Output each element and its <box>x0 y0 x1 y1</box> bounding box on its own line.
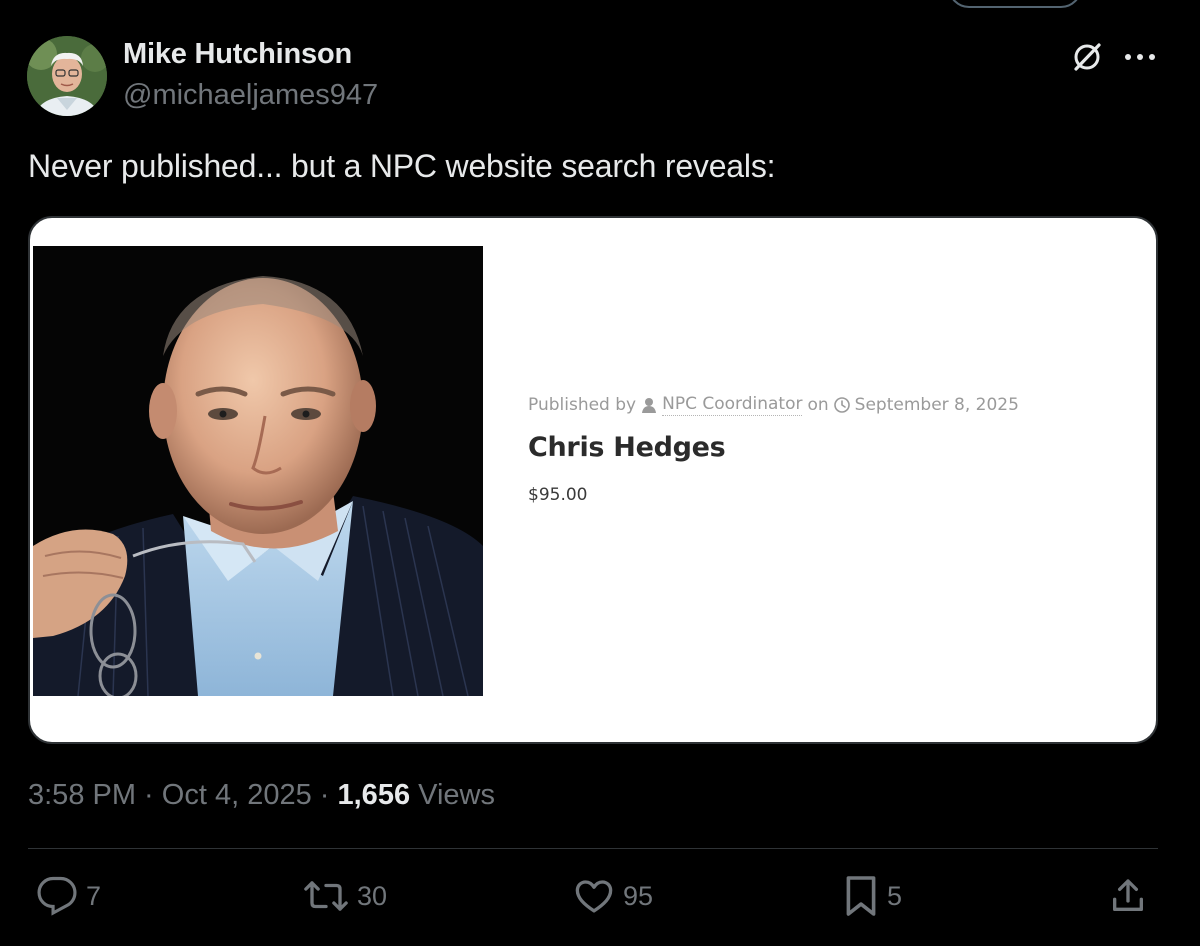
separator: · <box>136 779 162 811</box>
views-count: 1,656 <box>337 779 411 811</box>
repost-icon <box>304 881 348 911</box>
card-meta-prefix: Published by <box>528 395 637 415</box>
timestamp-row: 3:58 PM · Oct 4, 2025 · 1,656 Views <box>28 779 495 812</box>
bookmark-count: 5 <box>887 880 903 911</box>
card-meta-author-link[interactable]: NPC Coordinator <box>662 394 803 416</box>
grok-icon <box>1074 43 1101 71</box>
share-icon <box>1113 879 1143 911</box>
tweet-text: Never published... but a NPC website sea… <box>28 148 776 184</box>
share-button[interactable] <box>1108 873 1148 919</box>
repost-button[interactable]: 30 <box>303 873 387 919</box>
post-date[interactable]: Oct 4, 2025 <box>162 779 312 811</box>
top-pill-button[interactable] <box>948 0 1082 8</box>
card-price: $95.00 <box>528 485 588 505</box>
card-meta-on: on <box>807 395 829 415</box>
clock-icon <box>833 397 850 413</box>
card-meta-date: September 8, 2025 <box>854 395 1019 415</box>
bookmark-icon <box>846 876 876 916</box>
reply-icon <box>37 876 77 916</box>
author-handle[interactable]: @michaeljames947 <box>123 79 378 112</box>
user-icon <box>642 398 657 413</box>
bookmark-button[interactable]: 5 <box>843 873 902 919</box>
link-card[interactable]: Published by NPC Coordinator on Septembe… <box>28 216 1158 744</box>
more-icon <box>1125 54 1155 60</box>
views-label: Views <box>410 779 495 811</box>
reply-count: 7 <box>86 880 102 911</box>
post-time[interactable]: 3:58 PM <box>28 779 136 811</box>
avatar[interactable] <box>27 36 107 116</box>
more-button[interactable] <box>1120 38 1160 76</box>
card-title[interactable]: Chris Hedges <box>528 432 726 463</box>
portrait-image <box>33 246 483 696</box>
avatar-photo <box>27 36 107 116</box>
grok-button[interactable] <box>1068 38 1106 76</box>
like-button[interactable]: 95 <box>573 873 653 919</box>
reply-button[interactable]: 7 <box>36 873 101 919</box>
divider <box>28 848 1158 849</box>
author-name[interactable]: Mike Hutchinson <box>123 38 352 71</box>
card-photo <box>33 246 483 696</box>
repost-count: 30 <box>357 880 388 911</box>
heart-icon <box>575 880 613 913</box>
separator: · <box>311 779 338 811</box>
card-meta: Published by NPC Coordinator on Septembe… <box>528 394 1019 416</box>
like-count: 95 <box>623 880 654 911</box>
